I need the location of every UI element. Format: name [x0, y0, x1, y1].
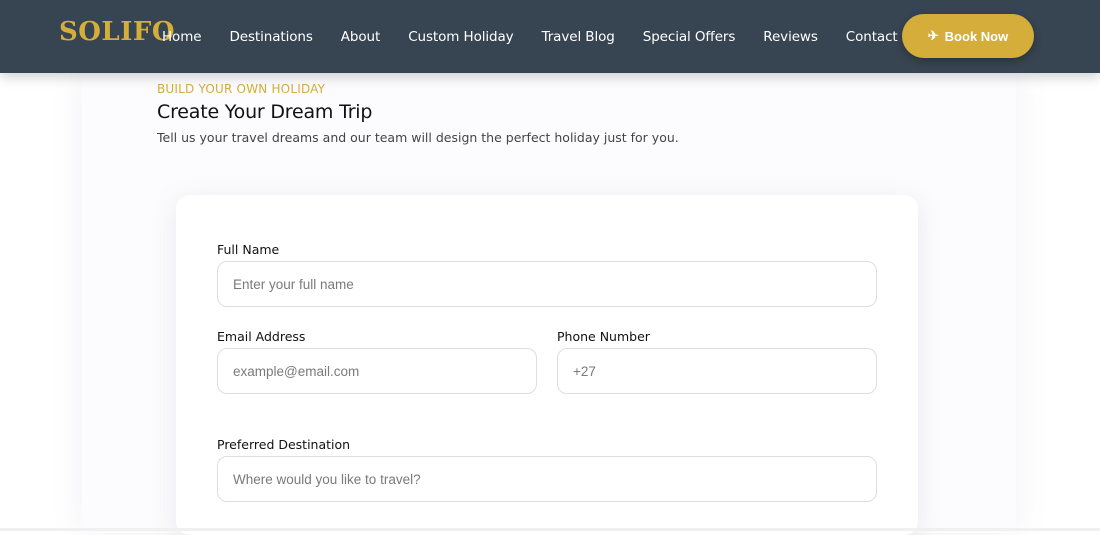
email-label: Email Address	[217, 329, 306, 344]
brand-logo[interactable]: SOLIFO	[59, 17, 175, 47]
nav-link-special-offers[interactable]: Special Offers	[643, 29, 736, 45]
nav-link-contact[interactable]: Contact	[846, 29, 898, 45]
top-navbar: SOLIFO Home Destinations About Custom Ho…	[0, 0, 1100, 73]
page-title: Create Your Dream Trip	[157, 101, 373, 123]
destination-label: Preferred Destination	[217, 437, 351, 452]
phone-label: Phone Number	[557, 329, 650, 344]
page-subtitle: Tell us your travel dreams and our team …	[157, 130, 679, 145]
section-eyebrow: BUILD YOUR OWN HOLIDAY	[157, 82, 326, 96]
phone-input[interactable]	[557, 348, 877, 394]
nav-link-about[interactable]: About	[341, 29, 381, 45]
book-now-button[interactable]: ✈ Book Now	[902, 14, 1034, 58]
book-now-label: Book Now	[944, 28, 1009, 44]
full-name-label: Full Name	[217, 242, 280, 257]
nav-link-destinations[interactable]: Destinations	[229, 29, 312, 45]
destination-input[interactable]	[217, 456, 877, 502]
full-name-input[interactable]	[217, 261, 877, 307]
nav-link-travel-blog[interactable]: Travel Blog	[542, 29, 615, 45]
main-nav: Home Destinations About Custom Holiday T…	[162, 0, 898, 73]
nav-link-home[interactable]: Home	[162, 29, 202, 45]
email-input[interactable]	[217, 348, 537, 394]
airplane-icon: ✈	[927, 28, 939, 43]
nav-link-custom-holiday[interactable]: Custom Holiday	[408, 29, 513, 45]
nav-link-reviews[interactable]: Reviews	[763, 29, 818, 45]
